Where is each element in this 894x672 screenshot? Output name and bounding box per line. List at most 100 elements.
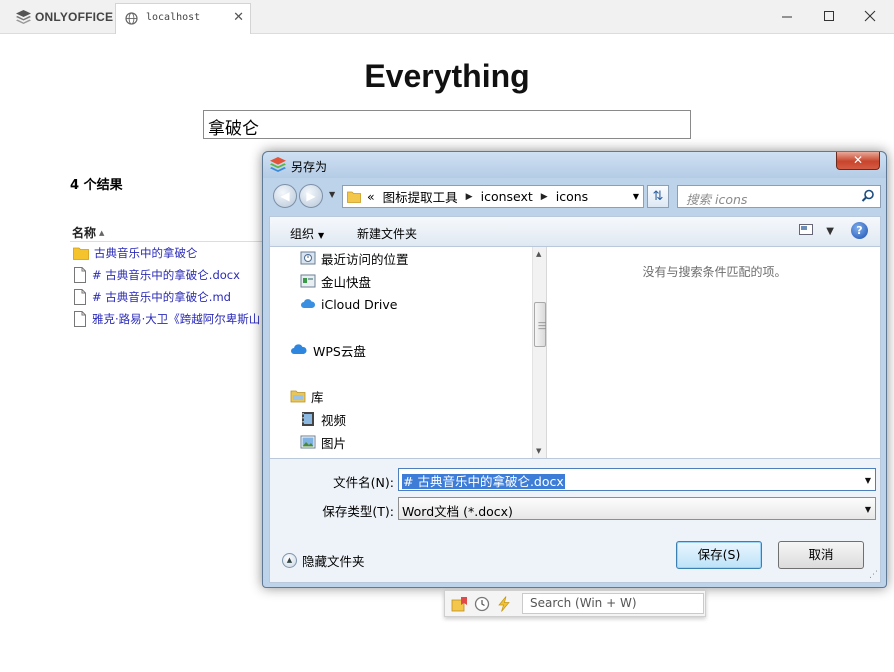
nav-item-label: 金山快盘 — [321, 274, 372, 290]
nav-item-library[interactable]: 库 — [290, 387, 324, 405]
result-row[interactable]: 雅克·路易·大卫《跨越阿尔卑斯山 — [73, 310, 260, 328]
filetype-value: Word文档 (*.docx) — [402, 504, 513, 519]
nav-item-label: iCloud Drive — [321, 296, 398, 312]
dialog-titlebar[interactable]: 另存为 ✕ — [263, 152, 886, 178]
onlyoffice-app-icon — [270, 157, 286, 172]
resize-grip-icon[interactable]: ⋰ — [869, 570, 878, 580]
collapse-icon: ▲ — [282, 553, 297, 568]
scroll-up-icon[interactable]: ▲ — [536, 250, 541, 258]
tab-localhost[interactable]: localhost ✕ — [115, 3, 251, 34]
nav-item-recent[interactable]: 最近访问的位置 — [300, 249, 409, 267]
organize-button[interactable]: 组织 ▼ — [290, 225, 324, 242]
dialog-search-input[interactable]: 搜索 icons — [677, 185, 881, 208]
nav-item-video[interactable]: 视频 — [300, 410, 346, 428]
back-arrow-icon: ◀ — [280, 189, 290, 203]
file-icon — [74, 289, 86, 305]
file-icon — [74, 267, 86, 283]
onlyoffice-logo[interactable]: ONLYOFFICE — [16, 9, 113, 25]
dialog-navigation-bar: ◀ ▶ ▼ « 图标提取工具 ▶ iconsext ▶ icons ▼ ⇅ 搜索… — [269, 182, 881, 210]
result-row[interactable]: # 古典音乐中的拿破仑.docx — [73, 266, 240, 284]
dialog-title: 另存为 — [291, 160, 328, 174]
chevron-down-icon: ▼ — [318, 231, 325, 240]
dialog-save-form: 文件名(N): # 古典音乐中的拿破仑.docx ▼ 保存类型(T): Word… — [269, 459, 881, 583]
dialog-close-button[interactable]: ✕ — [836, 152, 880, 170]
filename-input[interactable]: # 古典音乐中的拿破仑.docx ▼ — [398, 468, 876, 491]
kuaipan-icon — [300, 274, 316, 288]
address-bar[interactable]: « 图标提取工具 ▶ iconsext ▶ icons ▼ — [342, 185, 644, 208]
window-close-button[interactable] — [863, 9, 877, 23]
brand-name: ONLYOFFICE — [35, 10, 114, 24]
chevron-right-icon[interactable]: ▶ — [466, 192, 473, 202]
wps-cloud-icon — [291, 344, 307, 354]
address-prefix[interactable]: « — [367, 189, 375, 204]
onlyoffice-logo-icon — [16, 10, 31, 24]
filetype-select[interactable]: Word文档 (*.docx) ▼ — [398, 497, 876, 520]
column-header-label: 名称 — [72, 226, 97, 240]
lightning-icon[interactable] — [496, 596, 512, 612]
column-header-name[interactable]: 名称 ▲ — [72, 224, 104, 241]
nav-item-label: 图片 — [321, 435, 347, 451]
nav-item-pictures[interactable]: 图片 — [300, 433, 346, 451]
tab-close-icon[interactable]: ✕ — [233, 10, 244, 25]
maximize-button[interactable] — [822, 9, 836, 23]
hide-folders-toggle[interactable]: ▲ 隐藏文件夹 — [282, 551, 365, 570]
minimize-button[interactable] — [780, 9, 794, 23]
filetype-label: 保存类型(T): — [322, 504, 394, 519]
navigation-pane: 最近访问的位置 金山快盘 iCloud Drive WPS云盘 库 视频 图片 — [270, 247, 532, 458]
result-link[interactable]: 古典音乐中的拿破仑 — [94, 245, 198, 261]
save-button[interactable]: 保存(S) — [676, 541, 762, 569]
sort-ascending-icon: ▲ — [99, 229, 105, 237]
chevron-right-icon[interactable]: ▶ — [541, 192, 548, 202]
result-link[interactable]: 雅克·路易·大卫《跨越阿尔卑斯山 — [92, 311, 260, 327]
hide-folders-label: 隐藏文件夹 — [302, 554, 365, 569]
cancel-button[interactable]: 取消 — [778, 541, 864, 569]
new-folder-button[interactable]: 新建文件夹 — [357, 225, 417, 242]
address-segment[interactable]: iconsext — [481, 189, 533, 204]
chevron-down-icon[interactable]: ▼ — [633, 192, 639, 201]
chevron-down-icon[interactable]: ▼ — [865, 476, 871, 485]
refresh-button[interactable]: ⇅ — [647, 185, 669, 208]
folder-icon — [347, 191, 361, 203]
save-as-dialog: 另存为 ✕ ◀ ▶ ▼ « 图标提取工具 ▶ iconsext ▶ icons … — [262, 151, 887, 588]
empty-results-message: 没有与搜索条件匹配的项。 — [642, 265, 787, 279]
tab-title: localhost — [146, 12, 201, 23]
back-button[interactable]: ◀ — [273, 184, 297, 208]
nav-item-label: WPS云盘 — [313, 343, 366, 359]
pictures-icon — [300, 435, 316, 449]
maximize-icon — [824, 11, 834, 21]
help-button[interactable]: ? — [851, 222, 868, 239]
bookmark-icon[interactable] — [451, 596, 468, 612]
forward-arrow-icon: ▶ — [306, 189, 316, 203]
result-row[interactable]: # 古典音乐中的拿破仑.md — [73, 288, 231, 306]
everything-search-input[interactable]: Search (Win + W) — [522, 593, 704, 614]
scroll-down-icon[interactable]: ▼ — [536, 447, 541, 455]
history-clock-icon[interactable] — [474, 596, 490, 612]
result-link[interactable]: # 古典音乐中的拿破仑.md — [92, 289, 231, 305]
address-segment[interactable]: icons — [556, 189, 588, 204]
search-placeholder: 搜索 icons — [686, 192, 748, 207]
result-row[interactable]: 古典音乐中的拿破仑 — [73, 244, 198, 262]
everything-search-bar: Search (Win + W) — [444, 590, 706, 617]
chevron-down-icon: ▼ — [864, 505, 871, 514]
filename-value: # 古典音乐中的拿破仑.docx — [402, 474, 565, 489]
address-segment[interactable]: 图标提取工具 — [383, 187, 458, 206]
result-link[interactable]: # 古典音乐中的拿破仑.docx — [92, 267, 240, 283]
nav-item-wps-cloud[interactable]: WPS云盘 — [290, 341, 366, 359]
filename-label: 文件名(N): — [333, 475, 394, 490]
dialog-toolbar: 组织 ▼ 新建文件夹 ▼ ? — [269, 216, 881, 246]
search-input[interactable]: 拿破仑 — [203, 110, 691, 139]
globe-icon — [125, 12, 138, 25]
search-icon[interactable] — [861, 189, 875, 203]
view-options-button[interactable]: ▼ — [799, 224, 834, 237]
scrollbar-thumb[interactable]: — — — — [534, 302, 546, 347]
history-dropdown-icon[interactable]: ▼ — [329, 190, 335, 199]
nav-item-kuaipan[interactable]: 金山快盘 — [300, 272, 371, 290]
forward-button[interactable]: ▶ — [299, 184, 323, 208]
organize-label: 组织 — [290, 227, 315, 241]
nav-item-icloud[interactable]: iCloud Drive — [300, 295, 397, 313]
page-title: Everything — [364, 58, 530, 94]
video-icon — [302, 412, 314, 426]
minimize-icon — [782, 16, 792, 18]
navigation-scrollbar[interactable]: ▲ — — — ▼ — [532, 247, 547, 458]
nav-item-label: 最近访问的位置 — [321, 251, 409, 267]
